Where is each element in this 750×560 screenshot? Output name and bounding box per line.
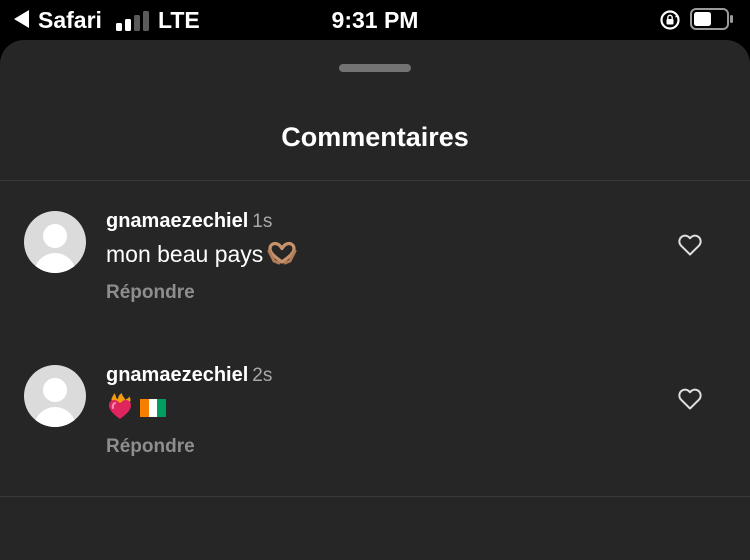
avatar-placeholder-body xyxy=(34,407,76,427)
heart-hands-icon xyxy=(267,241,297,265)
like-heart-icon[interactable] xyxy=(677,233,703,257)
avatar[interactable] xyxy=(24,365,86,427)
comment-username[interactable]: gnamaezechiel xyxy=(106,210,248,232)
comment-timestamp: 2s xyxy=(252,365,273,386)
footer-divider xyxy=(0,496,750,497)
rotation-lock-icon xyxy=(660,10,680,30)
comments-sheet: Commentaires gnamaezechiel 1s mon beau pa… xyxy=(0,40,750,560)
comment-text-content: mon beau pays xyxy=(106,241,264,267)
reply-button[interactable]: Répondre xyxy=(106,435,195,459)
status-bar: Safari LTE 9:31 PM xyxy=(0,0,750,40)
like-heart-icon[interactable] xyxy=(677,387,703,411)
comment-header: gnamaezechiel 1s xyxy=(106,209,272,235)
reply-button[interactable]: Répondre xyxy=(106,281,195,305)
comment-text: mon beau pays xyxy=(106,239,297,269)
comment-header: gnamaezechiel 2s xyxy=(106,363,272,389)
battery-icon xyxy=(690,8,733,30)
avatar[interactable] xyxy=(24,211,86,273)
clock: 9:31 PM xyxy=(331,7,419,33)
comment-text xyxy=(106,393,166,423)
header-divider xyxy=(0,180,750,181)
sheet-title: Commentaires xyxy=(281,122,469,152)
comment-username[interactable]: gnamaezechiel xyxy=(106,364,248,386)
ivory-coast-flag-icon xyxy=(140,399,166,417)
avatar-placeholder-icon xyxy=(43,378,67,402)
avatar-placeholder-icon xyxy=(43,224,67,248)
avatar-placeholder-body xyxy=(34,253,76,273)
comment-timestamp: 1s xyxy=(252,211,273,232)
comment-item: gnamaezechiel 1s mon beau pays Répondre xyxy=(0,209,750,331)
heart-on-fire-icon xyxy=(109,393,131,419)
sheet-grabber[interactable] xyxy=(339,64,411,72)
comment-item: gnamaezechiel 2s Répondre xyxy=(0,363,750,485)
